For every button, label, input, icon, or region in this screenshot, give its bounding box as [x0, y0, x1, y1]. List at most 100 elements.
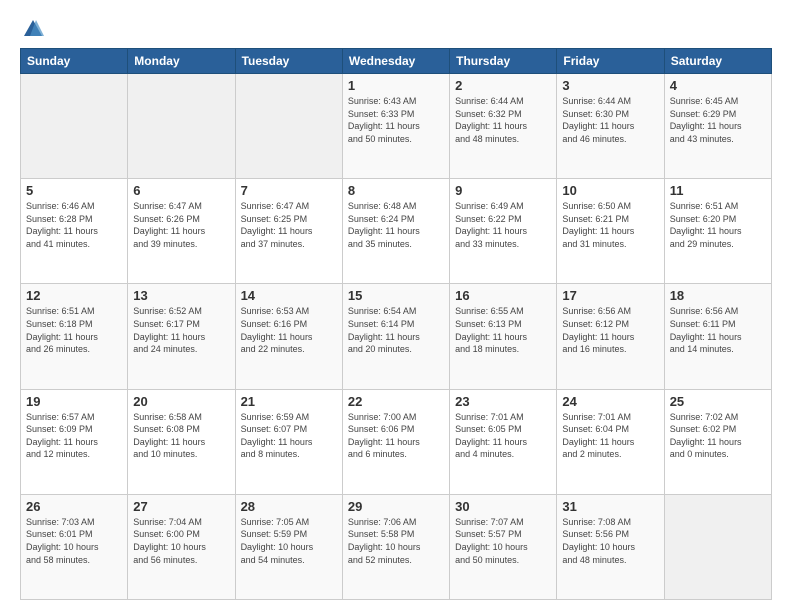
day-info: Sunrise: 6:47 AM Sunset: 6:26 PM Dayligh…	[133, 200, 229, 250]
calendar-cell: 25 Sunrise: 7:02 AM Sunset: 6:02 PM Dayli…	[664, 389, 771, 494]
day-number: 24	[562, 394, 658, 409]
day-info: Sunrise: 6:44 AM Sunset: 6:30 PM Dayligh…	[562, 95, 658, 145]
calendar-cell: 30 Sunrise: 7:07 AM Sunset: 5:57 PM Dayli…	[450, 494, 557, 599]
day-number: 11	[670, 183, 766, 198]
day-info: Sunrise: 7:01 AM Sunset: 6:04 PM Dayligh…	[562, 411, 658, 461]
calendar-cell: 29 Sunrise: 7:06 AM Sunset: 5:58 PM Dayli…	[342, 494, 449, 599]
day-info: Sunrise: 6:49 AM Sunset: 6:22 PM Dayligh…	[455, 200, 551, 250]
day-info: Sunrise: 7:04 AM Sunset: 6:00 PM Dayligh…	[133, 516, 229, 566]
calendar-cell: 18 Sunrise: 6:56 AM Sunset: 6:11 PM Dayli…	[664, 284, 771, 389]
day-info: Sunrise: 6:54 AM Sunset: 6:14 PM Dayligh…	[348, 305, 444, 355]
calendar-cell: 12 Sunrise: 6:51 AM Sunset: 6:18 PM Dayli…	[21, 284, 128, 389]
calendar-week-2: 5 Sunrise: 6:46 AM Sunset: 6:28 PM Daylig…	[21, 179, 772, 284]
day-info: Sunrise: 6:43 AM Sunset: 6:33 PM Dayligh…	[348, 95, 444, 145]
day-info: Sunrise: 6:56 AM Sunset: 6:12 PM Dayligh…	[562, 305, 658, 355]
page: SundayMondayTuesdayWednesdayThursdayFrid…	[0, 0, 792, 612]
weekday-header-saturday: Saturday	[664, 49, 771, 74]
day-info: Sunrise: 7:01 AM Sunset: 6:05 PM Dayligh…	[455, 411, 551, 461]
day-info: Sunrise: 6:51 AM Sunset: 6:20 PM Dayligh…	[670, 200, 766, 250]
day-info: Sunrise: 6:46 AM Sunset: 6:28 PM Dayligh…	[26, 200, 122, 250]
day-info: Sunrise: 6:51 AM Sunset: 6:18 PM Dayligh…	[26, 305, 122, 355]
weekday-header-monday: Monday	[128, 49, 235, 74]
day-number: 13	[133, 288, 229, 303]
day-info: Sunrise: 6:57 AM Sunset: 6:09 PM Dayligh…	[26, 411, 122, 461]
calendar-cell: 2Sunrise: 6:44 AM Sunset: 6:32 PM Daylig…	[450, 74, 557, 179]
day-info: Sunrise: 6:44 AM Sunset: 6:32 PM Dayligh…	[455, 95, 551, 145]
calendar-cell: 19 Sunrise: 6:57 AM Sunset: 6:09 PM Dayli…	[21, 389, 128, 494]
day-number: 25	[670, 394, 766, 409]
day-info: Sunrise: 7:05 AM Sunset: 5:59 PM Dayligh…	[241, 516, 337, 566]
calendar-cell: 1 Sunrise: 6:43 AM Sunset: 6:33 PM Daylig…	[342, 74, 449, 179]
day-number: 4	[670, 78, 766, 93]
day-number: 30	[455, 499, 551, 514]
day-number: 12	[26, 288, 122, 303]
weekday-header-row: SundayMondayTuesdayWednesdayThursdayFrid…	[21, 49, 772, 74]
day-info: Sunrise: 7:03 AM Sunset: 6:01 PM Dayligh…	[26, 516, 122, 566]
calendar-cell: 16 Sunrise: 6:55 AM Sunset: 6:13 PM Dayli…	[450, 284, 557, 389]
day-info: Sunrise: 6:56 AM Sunset: 6:11 PM Dayligh…	[670, 305, 766, 355]
calendar-cell: 14Sunrise: 6:53 AM Sunset: 6:16 PM Dayli…	[235, 284, 342, 389]
day-number: 17	[562, 288, 658, 303]
calendar-cell: 17 Sunrise: 6:56 AM Sunset: 6:12 PM Dayli…	[557, 284, 664, 389]
calendar-cell: 5 Sunrise: 6:46 AM Sunset: 6:28 PM Daylig…	[21, 179, 128, 284]
day-number: 23	[455, 394, 551, 409]
day-info: Sunrise: 7:07 AM Sunset: 5:57 PM Dayligh…	[455, 516, 551, 566]
day-number: 16	[455, 288, 551, 303]
day-info: Sunrise: 6:55 AM Sunset: 6:13 PM Dayligh…	[455, 305, 551, 355]
calendar-cell: 26Sunrise: 7:03 AM Sunset: 6:01 PM Dayli…	[21, 494, 128, 599]
weekday-header-friday: Friday	[557, 49, 664, 74]
day-number: 18	[670, 288, 766, 303]
day-info: Sunrise: 7:00 AM Sunset: 6:06 PM Dayligh…	[348, 411, 444, 461]
calendar-cell: 21Sunrise: 6:59 AM Sunset: 6:07 PM Dayli…	[235, 389, 342, 494]
header	[20, 18, 772, 40]
day-info: Sunrise: 7:02 AM Sunset: 6:02 PM Dayligh…	[670, 411, 766, 461]
logo	[20, 18, 44, 40]
day-info: Sunrise: 6:48 AM Sunset: 6:24 PM Dayligh…	[348, 200, 444, 250]
day-info: Sunrise: 6:58 AM Sunset: 6:08 PM Dayligh…	[133, 411, 229, 461]
day-number: 5	[26, 183, 122, 198]
day-number: 14	[241, 288, 337, 303]
day-info: Sunrise: 6:52 AM Sunset: 6:17 PM Dayligh…	[133, 305, 229, 355]
calendar-cell: 13 Sunrise: 6:52 AM Sunset: 6:17 PM Dayli…	[128, 284, 235, 389]
day-number: 8	[348, 183, 444, 198]
day-number: 15	[348, 288, 444, 303]
calendar-week-5: 26Sunrise: 7:03 AM Sunset: 6:01 PM Dayli…	[21, 494, 772, 599]
calendar-cell: 6 Sunrise: 6:47 AM Sunset: 6:26 PM Daylig…	[128, 179, 235, 284]
calendar-cell: 9Sunrise: 6:49 AM Sunset: 6:22 PM Daylig…	[450, 179, 557, 284]
calendar-cell: 3 Sunrise: 6:44 AM Sunset: 6:30 PM Daylig…	[557, 74, 664, 179]
day-number: 19	[26, 394, 122, 409]
calendar-cell	[664, 494, 771, 599]
weekday-header-sunday: Sunday	[21, 49, 128, 74]
calendar-cell: 11 Sunrise: 6:51 AM Sunset: 6:20 PM Dayli…	[664, 179, 771, 284]
day-number: 28	[241, 499, 337, 514]
calendar-cell: 15 Sunrise: 6:54 AM Sunset: 6:14 PM Dayli…	[342, 284, 449, 389]
day-number: 3	[562, 78, 658, 93]
weekday-header-thursday: Thursday	[450, 49, 557, 74]
calendar-cell: 28 Sunrise: 7:05 AM Sunset: 5:59 PM Dayli…	[235, 494, 342, 599]
day-info: Sunrise: 7:06 AM Sunset: 5:58 PM Dayligh…	[348, 516, 444, 566]
day-info: Sunrise: 7:08 AM Sunset: 5:56 PM Dayligh…	[562, 516, 658, 566]
calendar-week-3: 12 Sunrise: 6:51 AM Sunset: 6:18 PM Dayli…	[21, 284, 772, 389]
calendar-cell: 20 Sunrise: 6:58 AM Sunset: 6:08 PM Dayli…	[128, 389, 235, 494]
day-number: 10	[562, 183, 658, 198]
day-number: 1	[348, 78, 444, 93]
day-number: 7	[241, 183, 337, 198]
calendar-cell: 7 Sunrise: 6:47 AM Sunset: 6:25 PM Daylig…	[235, 179, 342, 284]
calendar-cell: 22Sunrise: 7:00 AM Sunset: 6:06 PM Dayli…	[342, 389, 449, 494]
weekday-header-wednesday: Wednesday	[342, 49, 449, 74]
day-info: Sunrise: 6:59 AM Sunset: 6:07 PM Dayligh…	[241, 411, 337, 461]
day-number: 6	[133, 183, 229, 198]
calendar-cell: 27 Sunrise: 7:04 AM Sunset: 6:00 PM Dayli…	[128, 494, 235, 599]
calendar-cell: 24 Sunrise: 7:01 AM Sunset: 6:04 PM Dayli…	[557, 389, 664, 494]
day-number: 27	[133, 499, 229, 514]
calendar-cell: 10Sunrise: 6:50 AM Sunset: 6:21 PM Dayli…	[557, 179, 664, 284]
day-number: 29	[348, 499, 444, 514]
calendar-cell: 4 Sunrise: 6:45 AM Sunset: 6:29 PM Daylig…	[664, 74, 771, 179]
day-info: Sunrise: 6:47 AM Sunset: 6:25 PM Dayligh…	[241, 200, 337, 250]
logo-icon	[22, 18, 44, 40]
day-number: 20	[133, 394, 229, 409]
calendar-cell	[21, 74, 128, 179]
day-info: Sunrise: 6:45 AM Sunset: 6:29 PM Dayligh…	[670, 95, 766, 145]
calendar-week-1: 1 Sunrise: 6:43 AM Sunset: 6:33 PM Daylig…	[21, 74, 772, 179]
calendar-cell	[235, 74, 342, 179]
